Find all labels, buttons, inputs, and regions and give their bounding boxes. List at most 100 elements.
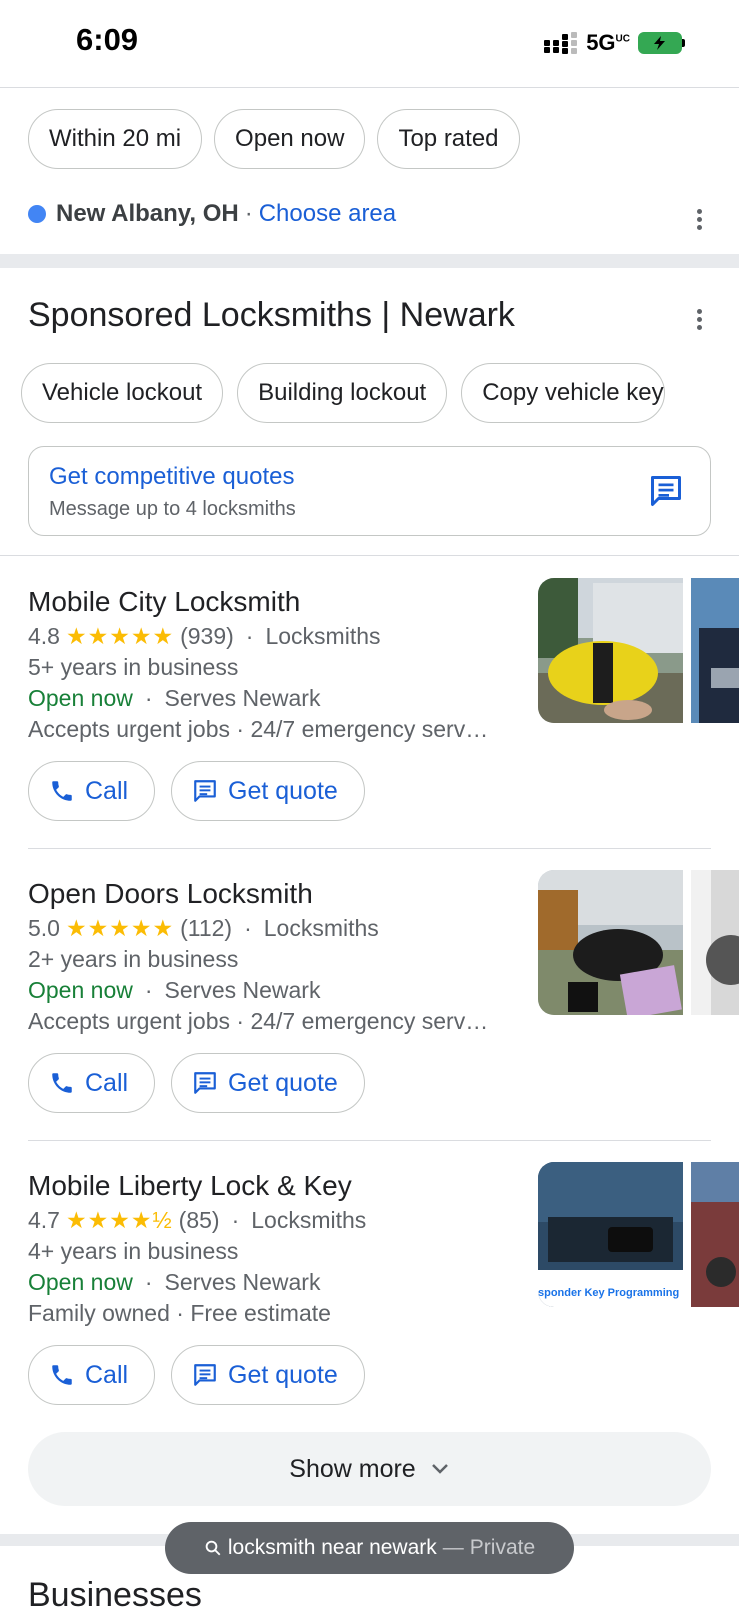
sponsored-title: Sponsored Locksmiths | Newark <box>28 296 515 334</box>
business-attributes: Accepts urgent jobs · 24/7 emergency ser… <box>28 716 489 742</box>
rating-row: 5.0 ★★★★★ (112) · Locksmiths <box>28 915 379 941</box>
call-button[interactable]: Call <box>28 761 156 821</box>
category-building-lockout[interactable]: Building lockout <box>237 363 448 423</box>
signal-icon <box>544 32 578 54</box>
phone-icon <box>52 1365 72 1385</box>
sponsored-more-icon[interactable] <box>697 309 703 333</box>
business-photo[interactable] <box>538 578 683 723</box>
filter-open-now[interactable]: Open now <box>214 109 366 169</box>
rating-row: 4.7 ★★★★½ (85) · Locksmiths <box>28 1207 367 1233</box>
phone-icon <box>52 781 72 801</box>
business-category: Locksmiths <box>251 1207 367 1233</box>
location-more-icon[interactable] <box>697 209 703 233</box>
location-separator: · <box>244 200 253 227</box>
business-category: Locksmiths <box>265 623 381 649</box>
competitive-quotes-card[interactable]: Get competitive quotes Message up to 4 l… <box>28 446 711 536</box>
call-button[interactable]: Call <box>28 1345 156 1405</box>
service-area: Serves Newark <box>164 977 321 1003</box>
private-label: Private <box>469 1536 536 1559</box>
rating-row: 4.8 ★★★★★ (939) · Locksmiths <box>28 623 381 649</box>
open-status: Open now <box>28 685 133 711</box>
show-more-label: Show more <box>289 1454 416 1483</box>
image-caption: sponder Key Programming <box>538 1287 679 1299</box>
rating-value: 5.0 <box>28 915 60 941</box>
business-attributes: Accepts urgent jobs · 24/7 emergency ser… <box>28 1008 489 1034</box>
business-photo[interactable]: sponder Key Programming <box>538 1162 683 1307</box>
location-dot-icon <box>28 205 46 223</box>
years-in-business: 4+ years in business <box>28 1238 239 1264</box>
message-icon <box>194 780 216 802</box>
hours-row: Open now · Serves Newark <box>28 685 321 711</box>
choose-area-link[interactable]: Choose area <box>259 200 396 228</box>
business-name[interactable]: Mobile Liberty Lock & Key <box>28 1170 352 1202</box>
phone-icon <box>52 1073 72 1093</box>
network-label: 5GUC <box>586 30 630 55</box>
call-label: Call <box>85 1360 129 1389</box>
service-area: Serves Newark <box>164 1269 321 1295</box>
quote-card-title: Get competitive quotes <box>49 463 295 490</box>
open-status: Open now <box>28 1269 133 1295</box>
hours-row: Open now · Serves Newark <box>28 977 321 1003</box>
chevron-down-icon <box>431 1464 448 1474</box>
open-status: Open now <box>28 977 133 1003</box>
business-photo-2[interactable] <box>691 1162 739 1307</box>
message-icon <box>194 1072 216 1094</box>
get-quote-button[interactable]: Get quote <box>171 1053 365 1113</box>
quote-card-subtitle: Message up to 4 locksmiths <box>49 498 296 520</box>
search-icon <box>205 1540 221 1556</box>
divider <box>28 848 711 849</box>
get-quote-button[interactable]: Get quote <box>171 1345 365 1405</box>
category-vehicle-lockout[interactable]: Vehicle lockout <box>21 363 224 423</box>
get-quote-label: Get quote <box>228 1068 338 1097</box>
service-area: Serves Newark <box>164 685 321 711</box>
review-count: (112) <box>180 915 233 941</box>
divider <box>0 555 739 556</box>
listing-card[interactable]: Mobile Liberty Lock & Key 4.7 ★★★★½ (85)… <box>0 1162 739 1454</box>
star-icons: ★★★★★ <box>65 915 175 941</box>
business-photo-2[interactable] <box>691 578 739 723</box>
business-name[interactable]: Mobile City Locksmith <box>28 586 300 618</box>
call-button[interactable]: Call <box>28 1053 156 1113</box>
clock: 6:09 <box>76 22 139 57</box>
section-divider <box>0 254 739 268</box>
filter-within-20-mi[interactable]: Within 20 mi <box>28 109 203 169</box>
search-query-pill[interactable]: locksmith near newark — Private <box>165 1522 574 1574</box>
listing-card[interactable]: Open Doors Locksmith 5.0 ★★★★★ (112) · L… <box>0 870 739 1162</box>
divider <box>28 1140 711 1141</box>
message-icon <box>651 476 681 506</box>
filter-top-rated[interactable]: Top rated <box>377 109 520 169</box>
business-category: Locksmiths <box>263 915 379 941</box>
businesses-title: Businesses <box>28 1576 202 1614</box>
battery-icon <box>638 32 685 54</box>
status-bar: 6:09 5GUC <box>0 0 739 88</box>
star-icons: ★★★★½ <box>65 1207 173 1233</box>
years-in-business: 5+ years in business <box>28 654 239 680</box>
listing-card[interactable]: Mobile City Locksmith 4.8 ★★★★★ (939) · … <box>0 578 739 870</box>
rating-value: 4.7 <box>28 1207 60 1233</box>
review-count: (85) <box>178 1207 220 1233</box>
call-label: Call <box>85 1068 129 1097</box>
business-name[interactable]: Open Doors Locksmith <box>28 878 313 910</box>
search-query: locksmith near newark <box>227 1536 437 1559</box>
location-city: New Albany, OH <box>56 200 239 227</box>
get-quote-button[interactable]: Get quote <box>171 761 365 821</box>
get-quote-label: Get quote <box>228 776 338 805</box>
category-chips: Vehicle lockout Building lockout Copy ve… <box>21 363 665 423</box>
category-copy-vehicle-key[interactable]: Copy vehicle key <box>461 363 665 423</box>
rating-value: 4.8 <box>28 623 60 649</box>
review-count: (939) <box>180 623 234 649</box>
status-icons: 5GUC <box>544 30 685 56</box>
filter-chips: Within 20 mi Open now Top rated <box>28 109 520 169</box>
show-more-button[interactable]: Show more <box>28 1432 711 1506</box>
call-label: Call <box>85 776 129 805</box>
years-in-business: 2+ years in business <box>28 946 239 972</box>
business-attributes: Family owned · Free estimate <box>28 1300 331 1326</box>
hours-row: Open now · Serves Newark <box>28 1269 321 1295</box>
get-quote-label: Get quote <box>228 1360 338 1389</box>
star-icons: ★★★★★ <box>65 623 175 649</box>
business-photo[interactable] <box>538 870 683 1015</box>
message-icon <box>194 1364 216 1386</box>
pill-dash: — <box>442 1536 464 1559</box>
business-photo-2[interactable] <box>691 870 739 1015</box>
location-row: New Albany, OH · Choose area <box>28 200 396 228</box>
